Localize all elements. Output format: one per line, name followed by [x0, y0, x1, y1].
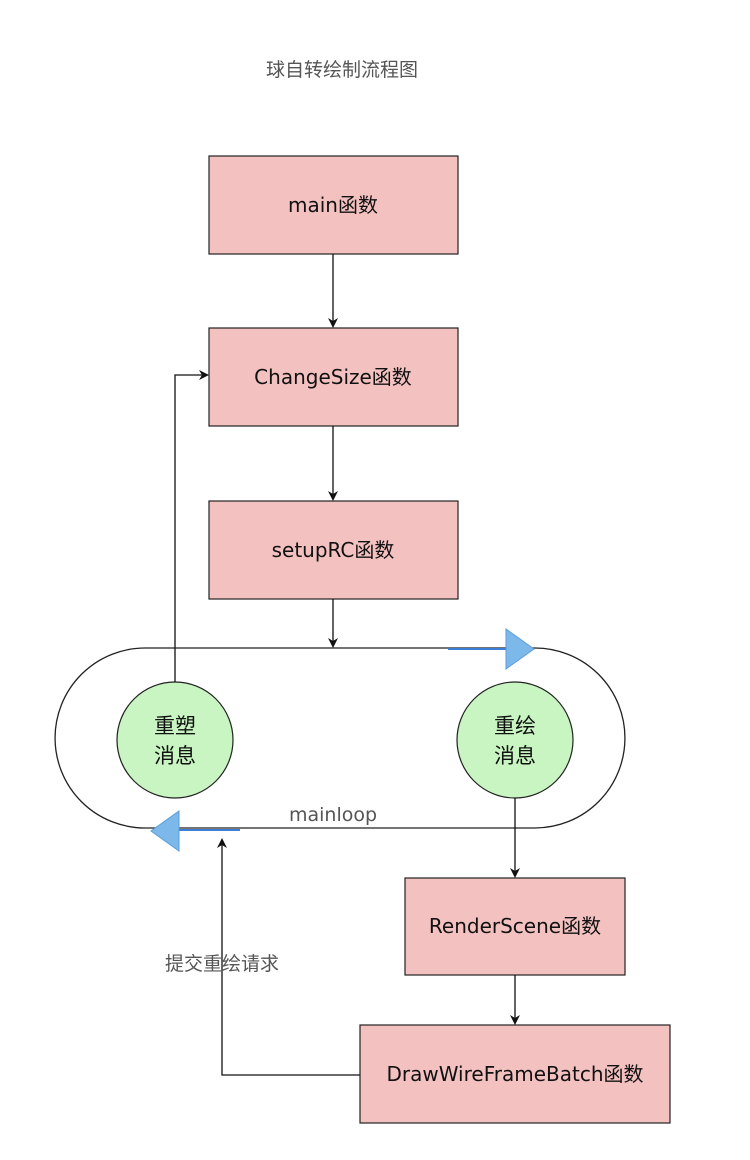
redraw-message-label-line2: 消息 — [494, 744, 536, 768]
setup-rc-function-label: setupRC函数 — [272, 538, 395, 562]
edge-reshape-to-change-size — [174, 370, 209, 682]
loop-forward-arrow — [505, 628, 535, 670]
reshape-message-label-line1: 重塑 — [154, 714, 196, 738]
submit-redraw-request-label: 提交重绘请求 — [165, 953, 279, 975]
flowchart-canvas: 球自转绘制流程图 main函数 ChangeSize函数 setupRC函数 R… — [0, 0, 750, 1160]
render-scene-function-label: RenderScene函数 — [429, 914, 601, 938]
redraw-message-label-line1: 重绘 — [494, 714, 536, 738]
change-size-function-label: ChangeSize函数 — [254, 365, 412, 389]
diagram-title: 球自转绘制流程图 — [266, 59, 418, 81]
mainloop-label: mainloop — [289, 804, 377, 826]
flowchart-svg: 球自转绘制流程图 main函数 ChangeSize函数 setupRC函数 R… — [54, 59, 671, 1124]
draw-wire-frame-batch-function-label: DrawWireFrameBatch函数 — [386, 1062, 643, 1086]
loop-back-arrow — [150, 810, 180, 852]
main-function-label: main函数 — [288, 193, 378, 217]
reshape-message-circle — [116, 681, 234, 799]
redraw-message-circle — [456, 681, 574, 799]
reshape-message-label-line2: 消息 — [154, 744, 196, 768]
